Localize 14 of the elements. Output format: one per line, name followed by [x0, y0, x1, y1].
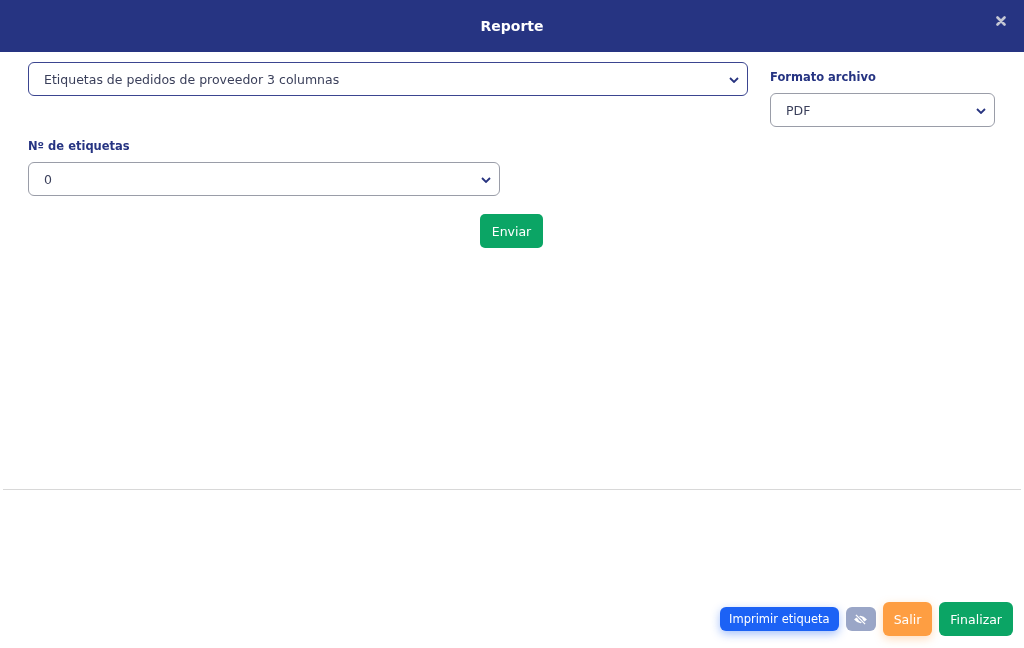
- report-dropdown[interactable]: Etiquetas de pedidos de proveedor 3 columnas: [28, 62, 748, 96]
- modal-title: Reporte: [480, 18, 544, 34]
- format-dropdown[interactable]: PDF: [770, 93, 995, 127]
- chevron-icon: [976, 108, 986, 114]
- print-label-button[interactable]: Imprimir etiqueta: [720, 607, 839, 631]
- finish-button[interactable]: Finalizar: [939, 602, 1013, 636]
- eye-slash-icon: [853, 613, 869, 625]
- field-label: Formato archivo: [770, 70, 877, 84]
- chevron-icon: [481, 177, 491, 183]
- label-count-dropdown[interactable]: 0: [28, 162, 500, 196]
- send-button[interactable]: Enviar: [479, 214, 544, 248]
- field-label: Nº de etiquetas: [28, 139, 131, 153]
- chevron-icon: [729, 77, 739, 83]
- close-icon[interactable]: [996, 16, 1006, 26]
